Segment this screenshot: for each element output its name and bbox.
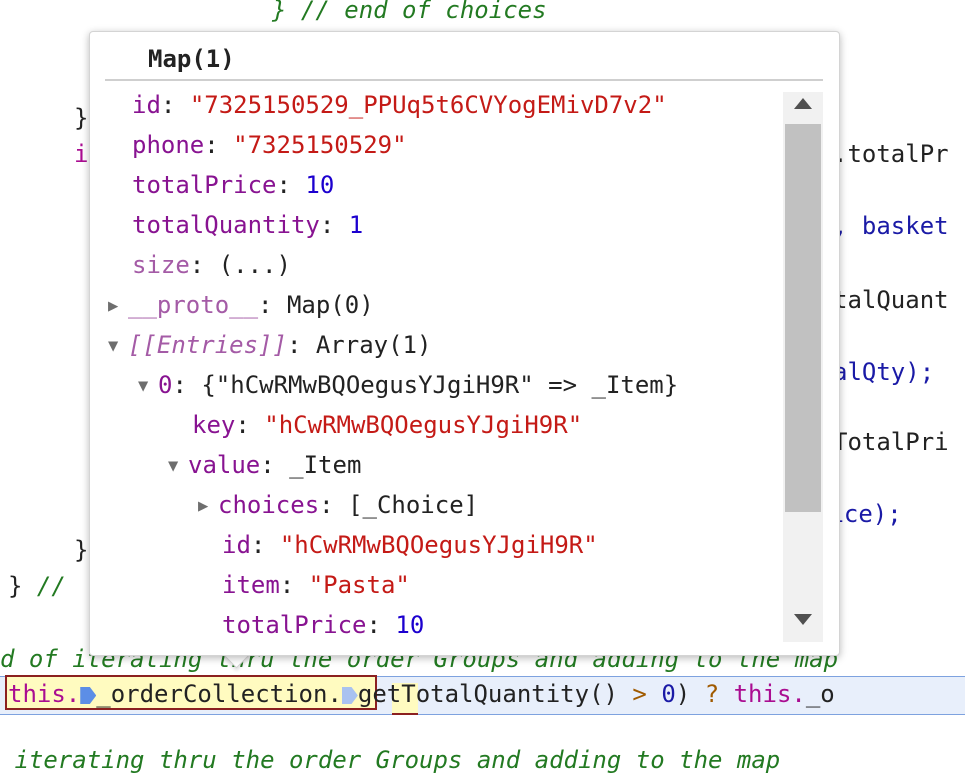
operator: ? <box>690 680 734 708</box>
property-key: id <box>132 91 161 119</box>
tree-row-item-name[interactable]: item: "Pasta" <box>222 570 410 600</box>
code-line-closing-brace-2: } <box>74 536 89 564</box>
expand-triangle-icon[interactable]: ▶ <box>108 291 128 321</box>
collapse-triangle-icon[interactable]: ▼ <box>168 451 188 481</box>
vertical-scrollbar[interactable] <box>783 92 823 642</box>
property-value: 10 <box>395 611 425 639</box>
code-comment-line: iterating thru the order Groups and addi… <box>0 746 781 774</box>
code-fragment: TotalPri <box>833 428 949 456</box>
property-key: [[Entries]] <box>128 331 287 359</box>
tree-row-entries[interactable]: ▼ [[Entries]]: Array(1) <box>108 330 431 361</box>
separator: : <box>258 291 287 319</box>
property-value: Array(1) <box>315 331 432 359</box>
code-fragment: , basket <box>833 212 949 240</box>
number-literal: 0 <box>661 680 676 708</box>
property-value: 1 <box>348 211 364 239</box>
code-fragment: .totalPr <box>833 140 949 168</box>
code-line-if: i <box>74 140 89 168</box>
property-key: size <box>132 251 190 279</box>
property-key: __proto__ <box>128 291 259 319</box>
tree-row-entry-0[interactable]: ▼ 0: {"hCwRMwBQOegusYJgiH9R" => _Item} <box>138 370 678 401</box>
property-value: {"hCwRMwBQOegusYJgiH9R" => _Item} <box>201 371 679 399</box>
collapse-triangle-icon[interactable]: ▼ <box>108 331 128 361</box>
paren: ) <box>675 680 691 708</box>
separator: : <box>160 91 190 119</box>
property-value: [_Choice] <box>348 491 479 519</box>
separator: : <box>250 531 280 559</box>
code-fragment-text: alQty); <box>833 358 935 386</box>
separator: : <box>189 251 219 279</box>
property-value: "7325150529" <box>233 131 407 159</box>
separator: : <box>319 211 349 239</box>
code-line-brace-comment: } // <box>8 572 66 600</box>
scroll-up-arrow-icon[interactable] <box>794 98 812 109</box>
method-call[interactable]: getTotalQuantity() <box>358 680 618 708</box>
separator: : <box>260 451 290 479</box>
breakpoint-marker-icon[interactable] <box>80 687 97 704</box>
separator: : <box>172 371 202 399</box>
scroll-down-arrow-icon[interactable] <box>794 614 812 625</box>
separator: : <box>319 491 349 519</box>
tree-row-id[interactable]: id: "7325150529_PPUq5t6CVYogEMivD7v2" <box>132 90 667 120</box>
tree-row-choices[interactable]: ▶ choices: [_Choice] <box>198 490 478 521</box>
member-tail: _o <box>805 680 835 708</box>
property-key: 0 <box>158 371 173 399</box>
separator: : <box>286 331 316 359</box>
tree-row-totalQuantity[interactable]: totalQuantity: 1 <box>132 210 363 240</box>
separator: : <box>235 411 265 439</box>
tree-row-size[interactable]: size: (...) <box>132 250 291 280</box>
property-value: 10 <box>305 171 335 199</box>
member-orderCollection[interactable]: _orderCollection <box>96 680 327 708</box>
popover-title: Map(1) <box>148 45 235 73</box>
code-line-end-of-choices: } // end of choices <box>272 0 547 24</box>
collapse-triangle-icon[interactable]: ▼ <box>138 371 158 401</box>
property-value: "hCwRMwBQOegusYJgiH9R" <box>279 531 598 559</box>
breakpoint-marker-icon[interactable] <box>341 687 358 704</box>
code-fragment: talQuant <box>833 286 949 314</box>
operator: > <box>617 680 662 708</box>
separator: : <box>276 171 306 199</box>
property-value: "hCwRMwBQOegusYJgiH9R" <box>264 411 583 439</box>
property-value: "7325150529_PPUq5t6CVYogEMivD7v2" <box>189 91 667 119</box>
tree-row-phone[interactable]: phone: "7325150529" <box>132 130 407 160</box>
scrollbar-thumb[interactable] <box>785 124 821 512</box>
object-preview-popover[interactable]: Map(1) id: "7325150529_PPUq5t6CVYogEMivD… <box>89 31 840 656</box>
property-key: key <box>192 411 236 439</box>
property-key: id <box>222 531 251 559</box>
property-key: totalPrice <box>132 171 277 199</box>
property-key: value <box>188 451 261 479</box>
tree-row-totalPrice[interactable]: totalPrice: 10 <box>132 170 334 200</box>
separator: : <box>279 571 309 599</box>
tree-row-proto[interactable]: ▶ __proto__: Map(0) <box>108 290 374 321</box>
dot: . <box>327 680 342 708</box>
property-key: choices <box>218 491 320 519</box>
this-keyword: this. <box>733 680 806 708</box>
tree-row-item-id[interactable]: id: "hCwRMwBQOegusYJgiH9R" <box>222 530 598 560</box>
property-key: totalQuantity <box>132 211 320 239</box>
popover-divider <box>105 79 823 81</box>
expand-triangle-icon[interactable]: ▶ <box>198 491 218 521</box>
expression-code[interactable]: this. _orderCollection. getTotalQuantity()… <box>8 679 835 709</box>
tree-row-entry-key[interactable]: key: "hCwRMwBQOegusYJgiH9R" <box>192 410 582 440</box>
separator: : <box>204 131 234 159</box>
property-key: totalPrice <box>222 611 367 639</box>
property-key: phone <box>132 131 205 159</box>
tree-row-entry-value[interactable]: ▼ value: _Item <box>168 450 361 481</box>
property-value: Map(0) <box>286 291 374 319</box>
code-line-closing-brace: } <box>74 104 89 132</box>
object-tree[interactable]: id: "7325150529_PPUq5t6CVYogEMivD7v2" ph… <box>90 90 782 650</box>
lazy-getter-value[interactable]: (...) <box>219 251 291 279</box>
property-value: "Pasta" <box>308 571 410 599</box>
tree-row-item-totalPrice[interactable]: totalPrice: 10 <box>222 610 424 640</box>
property-value: _Item <box>289 451 362 479</box>
code-fragment: alQty); <box>833 358 934 386</box>
this-keyword: this. <box>8 680 81 708</box>
property-key: item <box>222 571 280 599</box>
separator: : <box>366 611 396 639</box>
